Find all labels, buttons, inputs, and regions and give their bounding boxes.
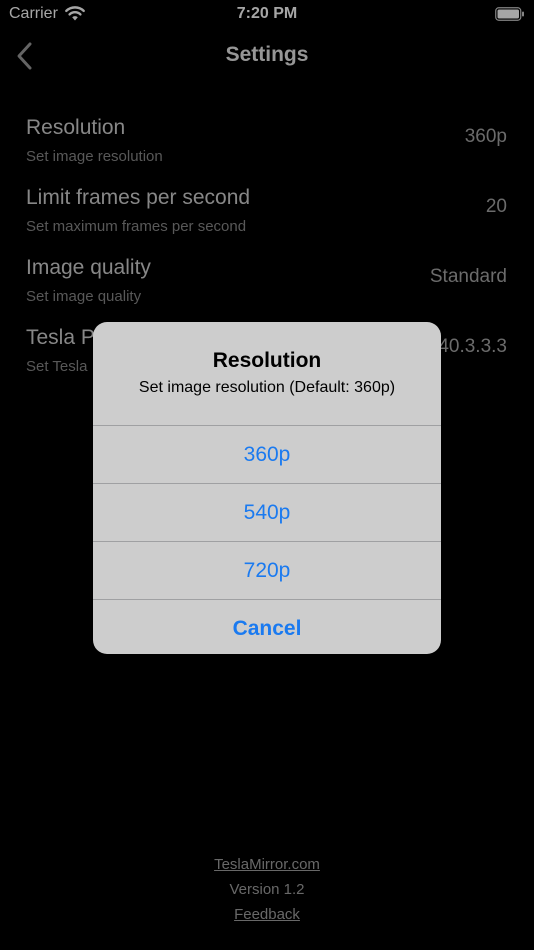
- alert-header: Resolution Set image resolution (Default…: [93, 322, 441, 425]
- option-540p-button[interactable]: 540p: [93, 483, 441, 541]
- alert-title: Resolution: [212, 349, 322, 372]
- option-720p-button[interactable]: 720p: [93, 541, 441, 599]
- cancel-button[interactable]: Cancel: [93, 599, 441, 654]
- alert-message: Set image resolution (Default: 360p): [138, 379, 396, 396]
- option-360p-button[interactable]: 360p: [93, 425, 441, 483]
- resolution-alert: Resolution Set image resolution (Default…: [93, 322, 441, 654]
